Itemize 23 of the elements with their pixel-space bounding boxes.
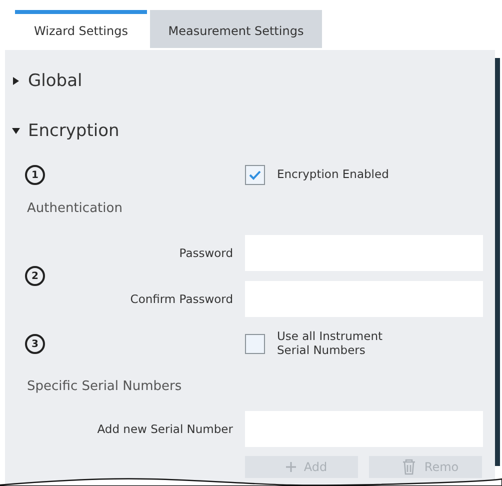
encryption-enabled-checkbox[interactable]: Encryption Enabled bbox=[245, 165, 483, 185]
checkbox[interactable] bbox=[245, 165, 265, 185]
field-label: Password bbox=[179, 246, 233, 260]
group-heading: Authentication bbox=[27, 200, 122, 216]
step-number: 1 bbox=[25, 165, 45, 185]
section-header[interactable]: Encryption bbox=[5, 114, 495, 148]
field-label: Add new Serial Number bbox=[97, 422, 233, 436]
section-title: Global bbox=[28, 71, 82, 91]
section-header[interactable]: Global bbox=[5, 64, 495, 98]
group-heading: Specific Serial Numbers bbox=[27, 378, 182, 394]
scrollbar[interactable] bbox=[495, 58, 500, 466]
step-number: 3 bbox=[25, 334, 45, 354]
step-number: 2 bbox=[25, 266, 45, 286]
field-label: Confirm Password bbox=[130, 292, 233, 306]
plus-icon bbox=[286, 462, 296, 472]
checkbox-label: Use all Instrument Serial Numbers bbox=[277, 330, 384, 358]
checkbox-label: Encryption Enabled bbox=[277, 168, 390, 182]
use-all-serials-checkbox[interactable]: Use all Instrument Serial Numbers bbox=[245, 330, 483, 358]
trash-icon bbox=[402, 459, 416, 475]
section-title: Encryption bbox=[28, 121, 120, 141]
checkmark-icon bbox=[249, 170, 261, 180]
tab[interactable]: Measurement Settings bbox=[150, 10, 322, 48]
checkbox[interactable] bbox=[245, 334, 265, 354]
